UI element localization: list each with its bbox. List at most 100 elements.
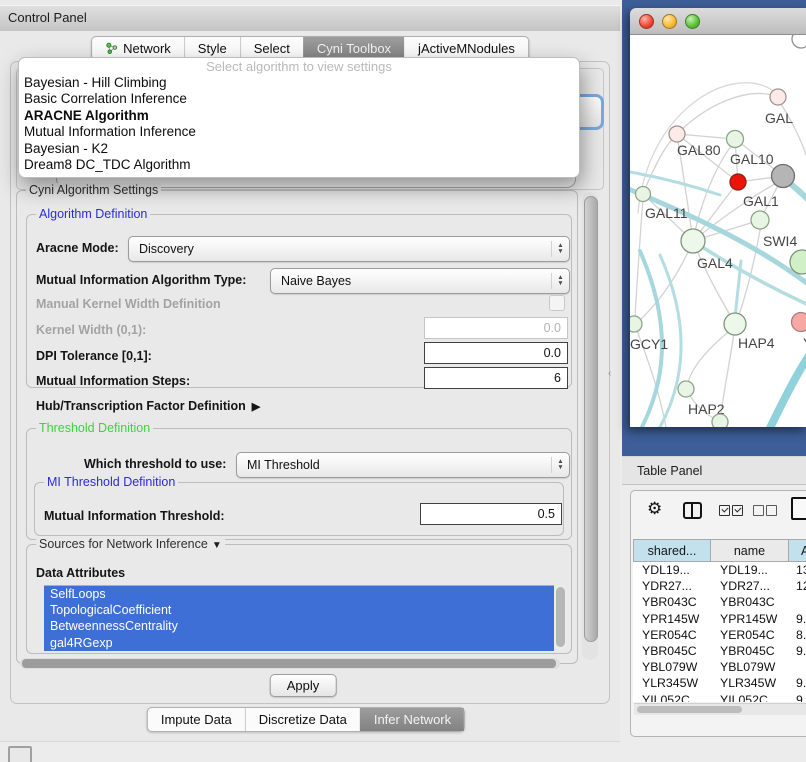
select-all-checkbox-icon[interactable] bbox=[719, 505, 730, 516]
table-horizontal-scrollbar-thumb[interactable] bbox=[637, 706, 742, 713]
network-edge[interactable] bbox=[778, 99, 806, 161]
mi-steps-label: Mutual Information Steps: bbox=[36, 374, 190, 388]
network-node-gcy1[interactable] bbox=[630, 316, 642, 332]
table-row-ydr27[interactable]: YDR27...YDR27...12 bbox=[633, 578, 806, 594]
gear-icon[interactable]: ⚙ bbox=[647, 499, 662, 519]
attribute-item-topologicalcoefficient[interactable]: TopologicalCoefficient bbox=[44, 602, 554, 618]
table-cell: YDR27... bbox=[711, 579, 789, 593]
tab-impute-data[interactable]: Impute Data bbox=[148, 708, 245, 731]
mi-algorithm-type-combo[interactable]: Naive Bayes ▲▼ bbox=[270, 268, 570, 294]
table-cell: 13 bbox=[789, 563, 806, 577]
data-attributes-list[interactable]: SelfLoopsTopologicalCoefficientBetweenne… bbox=[44, 585, 554, 651]
table-row-yer054c[interactable]: YER054CYER054C8. bbox=[633, 627, 806, 643]
aracne-mode-combo[interactable]: Discovery ▲▼ bbox=[128, 236, 570, 262]
algorithm-item-basic-correlation-inference[interactable]: Basic Correlation Inference bbox=[19, 91, 579, 107]
show-columns-icon[interactable] bbox=[683, 502, 702, 519]
which-threshold-combo[interactable]: MI Threshold ▲▼ bbox=[236, 452, 570, 478]
deselect-all-checkbox-icon[interactable] bbox=[766, 505, 777, 516]
apply-button[interactable]: Apply bbox=[270, 674, 337, 697]
network-node-hap2[interactable] bbox=[678, 381, 694, 397]
network-node-gal80[interactable] bbox=[669, 126, 685, 142]
combo-stepper-icon: ▲▼ bbox=[551, 273, 569, 290]
network-edge[interactable] bbox=[770, 350, 806, 427]
algorithm-item-aracne-algorithm[interactable]: ARACNE Algorithm bbox=[19, 108, 579, 124]
combo-stepper-icon: ▲▼ bbox=[551, 241, 569, 258]
network-node[interactable] bbox=[792, 35, 806, 48]
mi-threshold-field[interactable]: 0.5 bbox=[420, 503, 562, 525]
manual-kernel-width-checkbox[interactable] bbox=[549, 295, 565, 311]
node-label: HAP4 bbox=[738, 335, 775, 351]
table-row-ybr043c[interactable]: YBR043CYBR043C bbox=[633, 594, 806, 610]
table-cell: YBL079W bbox=[711, 660, 789, 674]
dpi-tolerance-field[interactable]: 0.0 bbox=[424, 342, 568, 364]
export-table-icon[interactable] bbox=[791, 497, 806, 520]
table-header-row: shared...nameA bbox=[633, 539, 806, 562]
splitter-handle[interactable]: ‹ bbox=[608, 368, 611, 379]
network-node-y[interactable] bbox=[792, 313, 806, 332]
table-row-ybl079w[interactable]: YBL079WYBL079W bbox=[633, 659, 806, 675]
sources-title[interactable]: Sources for Network Inference▼ bbox=[36, 537, 225, 551]
zoom-traffic-light-icon[interactable] bbox=[685, 14, 700, 29]
network-node-hap4[interactable] bbox=[724, 313, 746, 335]
attribute-item-gal4rgexp[interactable]: gal4RGexp bbox=[44, 635, 554, 651]
algorithm-item-bayesian-k2[interactable]: Bayesian - K2 bbox=[19, 141, 579, 157]
horizontal-scrollbar-thumb[interactable] bbox=[22, 659, 556, 668]
table-cell: YDL19... bbox=[711, 563, 789, 577]
table-panel-titlebar[interactable]: Table Panel bbox=[622, 456, 806, 485]
tab-infer-network[interactable]: Infer Network bbox=[360, 708, 464, 731]
settings-scrollbar-thumb[interactable] bbox=[584, 196, 598, 642]
network-edge[interactable] bbox=[677, 94, 772, 134]
network-node-swi4[interactable] bbox=[751, 211, 769, 229]
threshold-definition-title: Threshold Definition bbox=[36, 421, 153, 435]
network-edge[interactable] bbox=[693, 241, 806, 307]
network-node-gal1[interactable] bbox=[730, 174, 746, 190]
algorithm-item-bayesian-hill-climbing[interactable]: Bayesian - Hill Climbing bbox=[19, 75, 579, 91]
tab-label: Impute Data bbox=[161, 712, 232, 727]
minimize-traffic-light-icon[interactable] bbox=[662, 14, 677, 29]
network-edge[interactable] bbox=[643, 136, 675, 194]
mi-steps-field[interactable]: 6 bbox=[424, 367, 568, 389]
dpi-tolerance-label: DPI Tolerance [0,1]: bbox=[36, 349, 152, 363]
tab-discretize-data[interactable]: Discretize Data bbox=[245, 708, 360, 731]
network-graph: GALGAL80GAL10GAL1SWI4GAL11GAL4GCY1HAP4YH… bbox=[630, 35, 806, 427]
table-cell: YIL052C bbox=[633, 693, 711, 702]
close-traffic-light-icon[interactable] bbox=[639, 14, 654, 29]
table-row-ydl19[interactable]: YDL19...YDL19...13 bbox=[633, 562, 806, 578]
network-window-titlebar[interactable] bbox=[630, 8, 806, 35]
table-row-ypr145w[interactable]: YPR145WYPR145W9. bbox=[633, 611, 806, 627]
column-header-name[interactable]: name bbox=[711, 539, 789, 562]
deselect-all-checkbox-icon[interactable] bbox=[753, 505, 764, 516]
column-header-a[interactable]: A bbox=[789, 539, 806, 562]
network-node-gal[interactable] bbox=[770, 89, 786, 105]
cyni-algorithm-settings-title: Cyni Algorithm Settings bbox=[26, 183, 161, 197]
table-row-yil052c[interactable]: YIL052CYIL052C9. bbox=[633, 692, 806, 703]
attribute-item-selfloops[interactable]: SelfLoops bbox=[44, 586, 554, 602]
network-node[interactable] bbox=[772, 165, 795, 188]
network-node-gal4[interactable] bbox=[681, 229, 705, 253]
aracne-mode-label: Aracne Mode: bbox=[36, 241, 119, 255]
network-node-gal11[interactable] bbox=[636, 187, 651, 202]
control-panel-titlebar[interactable] bbox=[0, 5, 620, 33]
collapsed-panel-button[interactable] bbox=[8, 746, 32, 762]
algorithm-item-dream8-dc-tdc-algorithm[interactable]: Dream8 DC_TDC Algorithm bbox=[19, 157, 579, 173]
horizontal-scrollbar[interactable] bbox=[20, 658, 560, 669]
select-all-checkbox-icon[interactable] bbox=[732, 505, 743, 516]
network-window[interactable]: GALGAL80GAL10GAL1SWI4GAL11GAL4GCY1HAP4YH… bbox=[630, 8, 806, 427]
column-header-shared[interactable]: shared... bbox=[633, 539, 711, 562]
kernel-width-field[interactable]: 0.0 bbox=[424, 317, 568, 339]
table-cell: YER054C bbox=[711, 628, 789, 642]
network-node-gal10[interactable] bbox=[727, 131, 744, 148]
attributes-scrollbar[interactable] bbox=[554, 585, 567, 650]
table-row-ybr045c[interactable]: YBR045CYBR045C9. bbox=[633, 643, 806, 659]
table-horizontal-scrollbar[interactable] bbox=[634, 703, 806, 715]
tab-label: Discretize Data bbox=[259, 712, 347, 727]
algorithm-item-mutual-information-inference[interactable]: Mutual Information Inference bbox=[19, 124, 579, 140]
table-cell: YBR043C bbox=[711, 595, 789, 609]
network-canvas[interactable]: GALGAL80GAL10GAL1SWI4GAL11GAL4GCY1HAP4YH… bbox=[630, 35, 806, 427]
hub-definition-toggle[interactable]: Hub/Transcription Factor Definition▶ bbox=[36, 399, 260, 413]
network-edge[interactable] bbox=[638, 241, 693, 322]
table-cell: YBL079W bbox=[633, 660, 711, 674]
attribute-item-betweennesscentrality[interactable]: BetweennessCentrality bbox=[44, 618, 554, 634]
network-node[interactable] bbox=[712, 414, 728, 427]
table-row-ylr345w[interactable]: YLR345WYLR345W9. bbox=[633, 675, 806, 691]
